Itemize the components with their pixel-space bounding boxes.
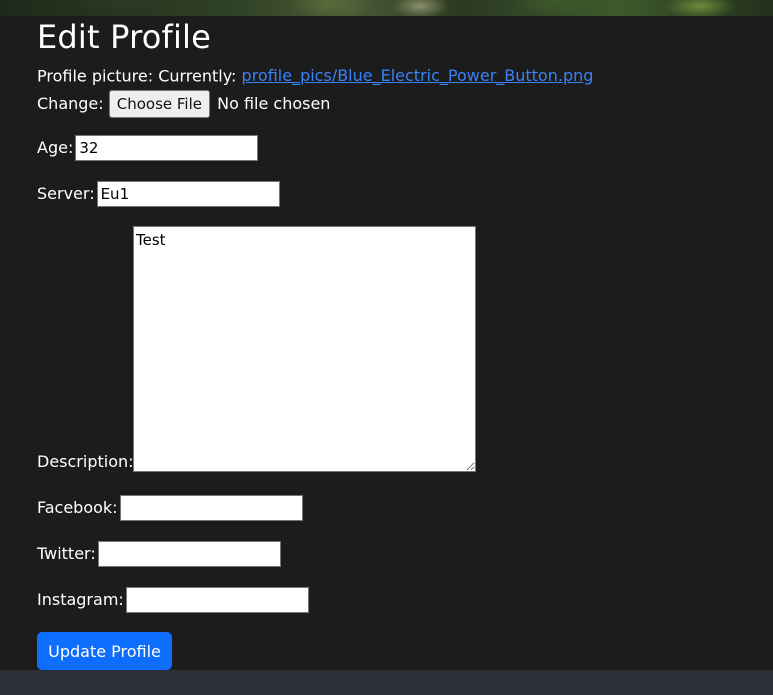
server-label: Server: <box>37 184 95 203</box>
age-input[interactable] <box>75 135 259 161</box>
facebook-label: Facebook: <box>37 498 118 517</box>
description-label: Description: <box>37 452 134 471</box>
twitter-input[interactable] <box>97 541 281 567</box>
age-label: Age: <box>37 138 74 157</box>
instagram-input[interactable] <box>125 587 309 613</box>
change-label: Change: <box>37 94 104 113</box>
profile-picture-label: Profile picture: Currently: <box>37 66 237 86</box>
server-row: Server: <box>37 181 280 207</box>
facebook-row: Facebook: <box>37 495 303 521</box>
update-profile-button[interactable]: Update Profile <box>37 632 172 670</box>
server-input[interactable] <box>96 181 280 207</box>
twitter-label: Twitter: <box>37 544 96 563</box>
current-picture-link[interactable]: profile_pics/Blue_Electric_Power_Button.… <box>242 66 594 85</box>
choose-file-button[interactable]: Choose File <box>108 90 210 118</box>
twitter-row: Twitter: <box>37 541 281 567</box>
no-file-chosen-text: No file chosen <box>217 94 331 113</box>
facebook-input[interactable] <box>119 495 303 521</box>
description-textarea[interactable]: Test <box>133 226 476 472</box>
instagram-label: Instagram: <box>37 590 124 609</box>
page-title: Edit Profile <box>37 18 212 56</box>
footer-bar <box>0 670 773 695</box>
header-banner-image <box>0 0 773 16</box>
instagram-row: Instagram: <box>37 587 309 613</box>
age-row: Age: <box>37 135 259 161</box>
profile-picture-row: Profile picture: Currently: profile_pics… <box>37 66 593 87</box>
change-picture-row: Change: Choose File No file chosen <box>37 90 330 118</box>
